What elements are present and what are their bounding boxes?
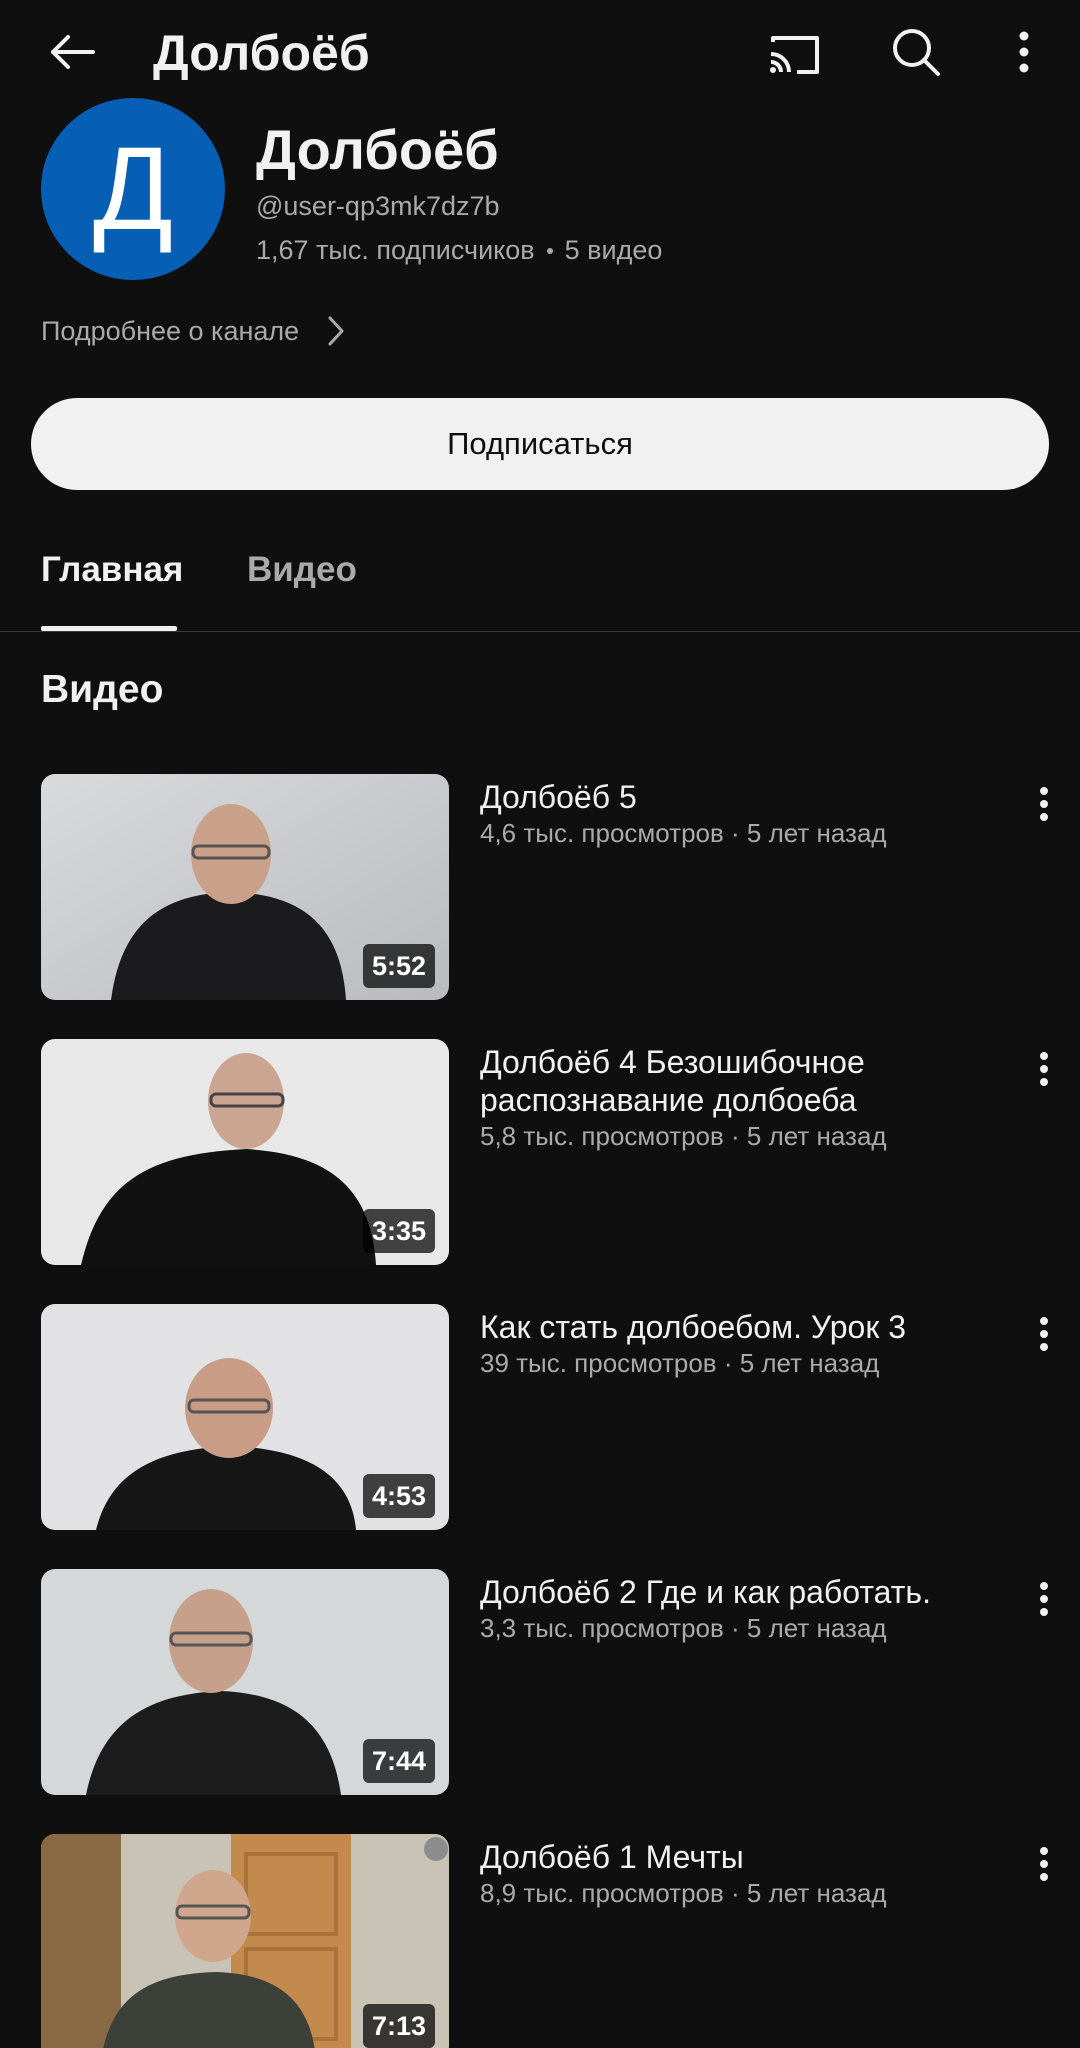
video-meta: 4,6 тыс. просмотров · 5 лет назад [480,818,887,848]
video-thumbnail[interactable]: 3:35 [41,1039,449,1265]
about-channel-link[interactable]: Подробнее о канале [41,310,345,352]
video-duration: 5:52 [362,944,435,988]
avatar-letter: Д [93,123,173,255]
subscribe-button[interactable]: Подписаться [31,398,1049,490]
section-title: Видео [41,668,164,711]
video-more-icon[interactable] [1032,782,1056,826]
channel-page: Долбоёб Д Долбоёб @user-qp3mk7dz7b 1,67 … [0,0,1080,2048]
video-title: Долбоёб 2 Где и как работать. [480,1574,931,1610]
page-title: Долбоёб [153,25,370,81]
video-list-item[interactable]: 5:52 Долбоёб 5 4,6 тыс. просмотров · 5 л… [0,774,1080,1000]
subscriber-count: 1,67 тыс. подписчиков [256,235,535,265]
video-info: Долбоёб 1 Мечты 8,9 тыс. просмотров · 5 … [480,1838,1000,1910]
chevron-right-icon [327,315,345,347]
more-vert-icon[interactable] [1002,20,1046,84]
channel-avatar[interactable]: Д [41,98,225,280]
channel-name: Долбоёб [256,118,499,181]
video-duration: 3:35 [362,1209,435,1253]
video-meta: 3,3 тыс. просмотров · 5 лет назад [480,1613,887,1643]
search-icon[interactable] [884,20,948,84]
video-duration: 7:13 [362,2004,435,2048]
video-info: Долбоёб 5 4,6 тыс. просмотров · 5 лет на… [480,778,1000,850]
video-duration: 4:53 [362,1474,435,1518]
video-thumbnail[interactable]: 7:13 [41,1834,449,2048]
channel-tabs: Главная Видео [0,520,1080,632]
video-title: Долбоёб 1 Мечты [480,1839,744,1875]
active-tab-indicator [41,626,177,631]
video-info: Долбоёб 4 Безошибочное распознавание дол… [480,1043,1000,1153]
top-app-bar: Долбоёб [0,0,1080,106]
video-meta: 39 тыс. просмотров · 5 лет назад [480,1348,880,1378]
video-info: Как стать долбоебом. Урок 3 39 тыс. прос… [480,1308,1000,1380]
video-more-icon[interactable] [1032,1312,1056,1356]
video-list-item[interactable]: 3:35 Долбоёб 4 Безошибочное распознавани… [0,1039,1080,1265]
video-title: Долбоёб 5 [480,779,637,815]
tab-videos[interactable]: Видео [247,550,357,590]
about-channel-label: Подробнее о канале [41,315,300,346]
video-info: Долбоёб 2 Где и как работать. 3,3 тыс. п… [480,1573,1000,1645]
back-arrow-icon[interactable] [40,20,104,84]
channel-stats: 1,67 тыс. подписчиков 5 видео [256,235,662,266]
video-list-item[interactable]: 7:44 Долбоёб 2 Где и как работать. 3,3 т… [0,1569,1080,1795]
video-title: Долбоёб 4 Безошибочное распознавание дол… [480,1044,865,1118]
video-thumbnail[interactable]: 5:52 [41,774,449,1000]
video-meta: 8,9 тыс. просмотров · 5 лет назад [480,1878,887,1908]
tab-home[interactable]: Главная [41,550,183,590]
video-more-icon[interactable] [1032,1577,1056,1621]
video-count: 5 видео [564,235,663,265]
video-more-icon[interactable] [1032,1047,1056,1091]
video-list-item[interactable]: 4:53 Как стать долбоебом. Урок 3 39 тыс.… [0,1304,1080,1530]
video-meta: 5,8 тыс. просмотров · 5 лет назад [480,1121,887,1151]
cast-icon[interactable] [762,22,826,86]
channel-handle: @user-qp3mk7dz7b [256,191,500,221]
video-thumbnail[interactable]: 7:44 [41,1569,449,1795]
video-more-icon[interactable] [1032,1842,1056,1886]
video-title: Как стать долбоебом. Урок 3 [480,1309,907,1345]
video-list-item[interactable]: 7:13 Долбоёб 1 Мечты 8,9 тыс. просмотров… [0,1834,1080,2048]
video-thumbnail[interactable]: 4:53 [41,1304,449,1530]
video-duration: 7:44 [362,1739,435,1783]
separator-dot [546,247,553,254]
